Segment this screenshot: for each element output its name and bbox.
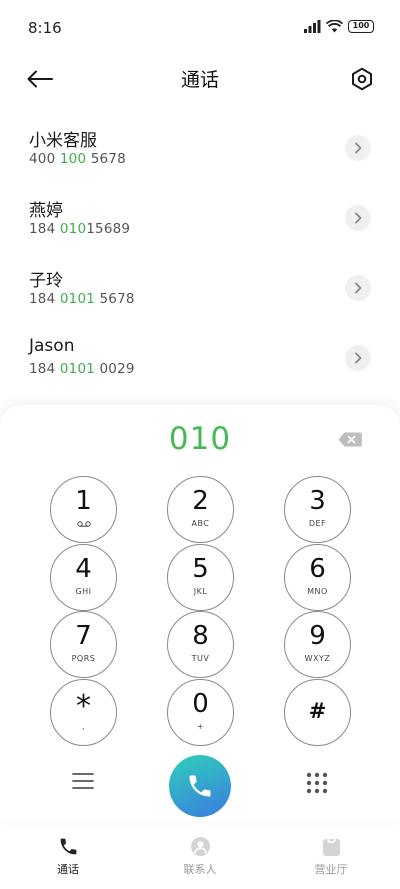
key-letters: ABC: [191, 519, 210, 528]
phone-icon: [189, 775, 211, 797]
tab-label: 营业厅: [314, 863, 348, 876]
number-part: 184: [29, 221, 60, 237]
key-4[interactable]: 4 GHI: [50, 544, 117, 611]
key-5[interactable]: 5 JKL: [167, 544, 234, 611]
delete-button[interactable]: [338, 432, 362, 451]
key-digit: 1: [75, 486, 92, 516]
contact-row[interactable]: 小米客服 400 100 5678: [0, 114, 400, 184]
backspace-icon: [338, 432, 362, 447]
key-1[interactable]: 1: [50, 476, 117, 543]
contact-row[interactable]: 子玲 184 0101 5678: [0, 254, 400, 324]
key-7[interactable]: 7 PQRS: [50, 611, 117, 678]
key-digit: 9: [309, 621, 326, 651]
contact-row[interactable]: 燕婷 184 01015689: [0, 184, 400, 254]
chevron-right-icon: [355, 282, 362, 294]
signal-icon: [304, 20, 321, 33]
key-9[interactable]: 9 WXYZ: [284, 611, 351, 678]
contact-number: 400 100 5678: [29, 151, 126, 167]
keypad-toggle-button[interactable]: [306, 772, 328, 798]
contact-number: 184 0101 0029: [29, 361, 135, 377]
number-part: 5678: [95, 291, 135, 307]
contact-name: 小米客服: [29, 131, 97, 151]
contact-list: 小米客服 400 100 5678 燕婷 184 01015689 子玲 184…: [0, 114, 400, 394]
status-icons: 100: [304, 20, 374, 33]
chevron-right-icon: [355, 142, 362, 154]
contact-name: 燕婷: [29, 201, 63, 221]
menu-button[interactable]: [72, 772, 94, 794]
key-8[interactable]: 8 TUV: [167, 611, 234, 678]
contact-number: 184 0101 5678: [29, 291, 135, 307]
key-hash[interactable]: #: [284, 679, 351, 746]
key-digit: 3: [309, 486, 326, 516]
number-match: 010: [59, 221, 87, 237]
key-star[interactable]: * ,: [50, 679, 117, 746]
key-3[interactable]: 3 DEF: [284, 476, 351, 543]
tab-label: 联系人: [183, 863, 217, 876]
chevron-right-icon: [355, 352, 362, 364]
number-match: 0101: [59, 291, 96, 307]
contact-details-button[interactable]: [345, 275, 371, 301]
bottom-tab-bar: 通话 联系人 营业厅: [0, 825, 400, 889]
contact-details-button[interactable]: [345, 205, 371, 231]
key-digit: 8: [192, 621, 209, 651]
number-part: 5678: [86, 151, 126, 167]
key-digit: #: [308, 699, 327, 723]
key-digit: 0: [192, 689, 209, 719]
contact-details-button[interactable]: [345, 135, 371, 161]
key-letters: TUV: [191, 654, 210, 663]
hamburger-menu-icon: [72, 773, 94, 789]
phone-icon: [28, 835, 108, 857]
dialpad-grid-icon: [306, 772, 328, 794]
tab-service-hall[interactable]: 营业厅: [291, 835, 371, 877]
key-digit: 4: [75, 554, 92, 584]
number-match: 100: [55, 151, 87, 167]
battery-icon: 100: [348, 20, 374, 33]
page-title: 通话: [180, 69, 219, 91]
settings-hexagon-icon: [352, 67, 372, 91]
header: 通话: [0, 56, 400, 102]
settings-button[interactable]: [348, 65, 376, 93]
contact-details-button[interactable]: [345, 345, 371, 371]
number-part: 0029: [95, 361, 135, 377]
contact-number: 184 01015689: [29, 221, 130, 237]
number-part: 184: [29, 361, 60, 377]
wifi-icon: [326, 20, 343, 33]
key-letters: WXYZ: [304, 654, 331, 663]
key-letters: ,: [81, 722, 86, 731]
key-letters: +: [196, 722, 205, 731]
key-digit: 7: [75, 621, 92, 651]
person-icon: [160, 835, 240, 857]
key-letters: GHI: [75, 587, 92, 596]
key-letters: DEF: [308, 519, 327, 528]
contact-name: Jason: [29, 336, 75, 356]
number-part: 400: [29, 151, 56, 167]
key-0[interactable]: 0 +: [167, 679, 234, 746]
contact-row[interactable]: Jason 184 0101 0029: [0, 324, 400, 394]
status-time: 8:16: [28, 19, 62, 37]
key-6[interactable]: 6 MNO: [284, 544, 351, 611]
tab-calls[interactable]: 通话: [28, 835, 108, 877]
contact-name: 子玲: [29, 271, 63, 291]
tab-label: 通话: [57, 863, 79, 876]
tab-contacts[interactable]: 联系人: [160, 835, 240, 877]
number-part: 184: [29, 291, 60, 307]
status-bar: 8:16 100: [0, 0, 400, 56]
voicemail-icon: [51, 521, 116, 527]
key-2[interactable]: 2 ABC: [167, 476, 234, 543]
key-letters: PQRS: [71, 654, 96, 663]
key-letters: MNO: [307, 587, 328, 596]
shopping-bag-icon: [291, 835, 371, 857]
key-digit: 6: [309, 554, 326, 584]
call-button[interactable]: [169, 755, 231, 817]
key-digit: 5: [192, 554, 209, 584]
key-digit: 2: [192, 486, 209, 516]
key-digit: *: [76, 689, 91, 724]
dialer-panel: 010 1 2 ABC 3 DEF 4 GHI 5 JKL 6 MNO 7 PQ…: [0, 405, 400, 821]
number-match: 0101: [59, 361, 96, 377]
key-letters: JKL: [193, 587, 208, 596]
number-part: 15689: [86, 221, 131, 237]
chevron-right-icon: [355, 212, 362, 224]
